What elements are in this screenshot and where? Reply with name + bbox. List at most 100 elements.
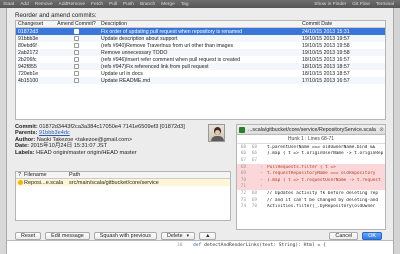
commit-row[interactable]: 2b206fc (refs #946)Insert refer comment w… bbox=[16, 56, 385, 63]
commit-hash: 01872d3443f2ca3a384c17050e4 7141e6509ef3… bbox=[39, 124, 185, 130]
close-icon[interactable]: ⊗ bbox=[378, 127, 385, 133]
diff-line[interactable]: 70-}.map { t => t.requestUserName -> t.r… bbox=[237, 176, 385, 184]
toolbar-item[interactable]: Remove bbox=[35, 2, 53, 7]
right-panel-strip bbox=[393, 8, 400, 254]
commit-meta: Commit: 01872d3443f2ca3a384c17050e4 7141… bbox=[15, 124, 231, 156]
files-header: ? Filename Path bbox=[16, 172, 230, 179]
arrow-up-icon: ▲ bbox=[205, 232, 211, 239]
commit-row[interactable]: 4b15100 Update README.md 17/10/15 2013 16:… bbox=[16, 77, 385, 84]
avatar bbox=[208, 124, 225, 142]
commit-row[interactable]: 2ab2172 Remove unnecessary TODO 19/10/15 2… bbox=[16, 49, 385, 56]
file-status bbox=[16, 179, 24, 186]
column-header-commit-date[interactable]: Commit Date bbox=[300, 21, 385, 27]
hunk-header: Hunk 1 : Lines 68-71 bbox=[237, 135, 385, 144]
commit-row[interactable]: 91bbb3e Update description about support 1… bbox=[16, 35, 385, 42]
toolbar-item[interactable]: Tag bbox=[181, 2, 189, 7]
toolbar-item[interactable]: Terminal bbox=[376, 2, 394, 7]
amend-checkbox[interactable] bbox=[74, 57, 79, 62]
author-value: Naoki Takezoe <takezoe@gmail.com> bbox=[36, 136, 133, 143]
toolbar-item[interactable]: Branch bbox=[140, 2, 155, 7]
author-label: Author: bbox=[15, 136, 36, 143]
toolbar-item[interactable]: Staat bbox=[3, 2, 14, 7]
labels-value: HEAD origin/master origin/HEAD master bbox=[36, 149, 137, 156]
column-header-description[interactable]: Description bbox=[99, 21, 300, 27]
column-header-status[interactable]: ? bbox=[16, 172, 24, 178]
commit-hash-cell: 2b206fc bbox=[18, 56, 37, 63]
amend-cell bbox=[54, 50, 99, 55]
amend-checkbox[interactable] bbox=[74, 29, 79, 34]
diff-line[interactable]: 68- PullRequests.filter { t => bbox=[237, 163, 385, 171]
edit-message-button[interactable]: Edit message bbox=[45, 231, 90, 240]
date-cell: 18/10/15 2013 16:57 bbox=[302, 56, 350, 63]
date-value: 2015年10月24日 15:31:07 JST bbox=[30, 143, 108, 150]
amend-checkbox[interactable] bbox=[74, 50, 79, 55]
file-name: Reposi...e.scala bbox=[24, 179, 64, 186]
old-line-number: 67 bbox=[240, 157, 246, 163]
delete-button[interactable]: Delete ▾ bbox=[161, 231, 196, 240]
diff-line[interactable]: 74 70 Activities.filter(_.byRepository(old… bbox=[237, 203, 385, 210]
amend-checkbox[interactable] bbox=[74, 78, 79, 83]
toolbar-right: Show in Finder Git Flow Terminal bbox=[314, 2, 400, 7]
toolbar-item[interactable]: AddRemove bbox=[59, 2, 85, 7]
commit-table-header: Changeset Amend Commit? Description Comm… bbox=[16, 21, 385, 28]
amend-checkbox[interactable] bbox=[74, 43, 79, 48]
commit-hash-cell: 942f855 bbox=[18, 63, 37, 70]
move-up-button[interactable]: ▲ bbox=[199, 231, 217, 240]
old-line-number: 73 bbox=[240, 197, 246, 203]
dialog-button-row: Reset Edit message Squash with previous … bbox=[15, 231, 386, 240]
file-row[interactable]: Reposi...e.scala src/main/scala/gitbucket… bbox=[16, 179, 230, 186]
toolbar-item[interactable]: Merge bbox=[161, 2, 175, 7]
amend-cell bbox=[54, 78, 99, 83]
diff-line[interactable]: 66 66}.map { t => t.originUserName -> t.o… bbox=[237, 151, 385, 158]
parents-label: Parents: bbox=[15, 130, 38, 137]
commit-row[interactable]: 720eb1e Update url in docs 18/10/15 2013 1… bbox=[16, 70, 385, 77]
commit-row[interactable]: 01872d3 Fix order of updating pull reques… bbox=[16, 28, 385, 35]
old-line-number: 70 bbox=[240, 177, 246, 183]
amend-checkbox[interactable] bbox=[74, 36, 79, 41]
toolbar-item[interactable]: Fetch bbox=[91, 2, 103, 7]
column-header-filename[interactable]: Filename bbox=[24, 172, 69, 178]
diff-line[interactable]: 69- t.requestRepositoryName === oldRepos… bbox=[237, 170, 385, 177]
parent-link[interactable]: 91bbb3e4dc bbox=[39, 130, 70, 136]
new-line-number: 66 bbox=[251, 151, 257, 157]
diff-line[interactable]: 71 - bbox=[237, 183, 385, 191]
column-header-changeset[interactable]: Changeset bbox=[16, 21, 54, 27]
diff-line[interactable]: 67 67 bbox=[237, 157, 385, 164]
dialog-title: Reorder and amend commits: bbox=[15, 12, 97, 19]
commit-row[interactable]: 80ebd6f (refs #940)Remove Traverlnus from… bbox=[16, 42, 385, 49]
old-line-number: 69 bbox=[240, 171, 246, 177]
commit-hash-cell: 2ab2172 bbox=[18, 49, 39, 56]
cancel-button[interactable]: Cancel bbox=[329, 231, 359, 240]
toolbar-item[interactable]: Push bbox=[123, 2, 134, 7]
date-cell: 18/10/15 2013 18:57 bbox=[302, 70, 350, 77]
squash-button[interactable]: Squash with previous bbox=[93, 231, 158, 240]
column-header-amend[interactable]: Amend Commit? bbox=[54, 21, 99, 27]
description-cell: Fix order of updating pull request when … bbox=[101, 28, 243, 35]
toolbar-item[interactable]: Git Flow bbox=[352, 2, 370, 7]
left-sidebar-strip bbox=[0, 8, 7, 254]
diff-line[interactable]: 73 69 // and it can't be changed by deleti… bbox=[237, 197, 385, 204]
amend-cell bbox=[54, 29, 99, 34]
commit-label: Commit: bbox=[15, 124, 38, 130]
diff-pane: ...scala/gitbucket/core/service/Reposito… bbox=[236, 124, 386, 230]
diff-line[interactable]: 68 68 t.parentUserName === oldOwnerName.bi… bbox=[237, 144, 385, 151]
amend-cell bbox=[54, 57, 99, 62]
description-cell: (refs #947)Fix referenced link from pull… bbox=[101, 63, 209, 70]
date-cell: 19/10/15 2013 19:57 bbox=[302, 35, 350, 42]
amend-cell bbox=[54, 71, 99, 76]
reset-button[interactable]: Reset bbox=[15, 231, 42, 240]
changed-files-list: ? Filename Path Reposi...e.scala src/main… bbox=[15, 171, 231, 221]
toolbar-item[interactable]: Show in Finder bbox=[314, 2, 346, 7]
ok-button[interactable]: OK bbox=[362, 231, 382, 240]
diff-code: }.map { t => t.requestUserName -> t.requ… bbox=[267, 177, 381, 183]
amend-checkbox[interactable] bbox=[74, 71, 79, 76]
column-header-path[interactable]: Path bbox=[69, 172, 229, 178]
modified-icon bbox=[18, 179, 23, 185]
amend-checkbox[interactable] bbox=[74, 64, 79, 69]
diff-code: t.requestRepositoryName === oldRepositor… bbox=[267, 171, 376, 177]
toolbar-left: Staat Add Remove AddRemove Fetch Pull Push Bran… bbox=[0, 2, 195, 7]
toolbar-item[interactable]: Add bbox=[20, 2, 29, 7]
diff-line[interactable]: 72 68 // Updates activity fk before deleti… bbox=[237, 190, 385, 197]
commit-row[interactable]: 942f855 (refs #947)Fix referenced link fr… bbox=[16, 63, 385, 70]
toolbar-item[interactable]: Pull bbox=[109, 2, 117, 7]
